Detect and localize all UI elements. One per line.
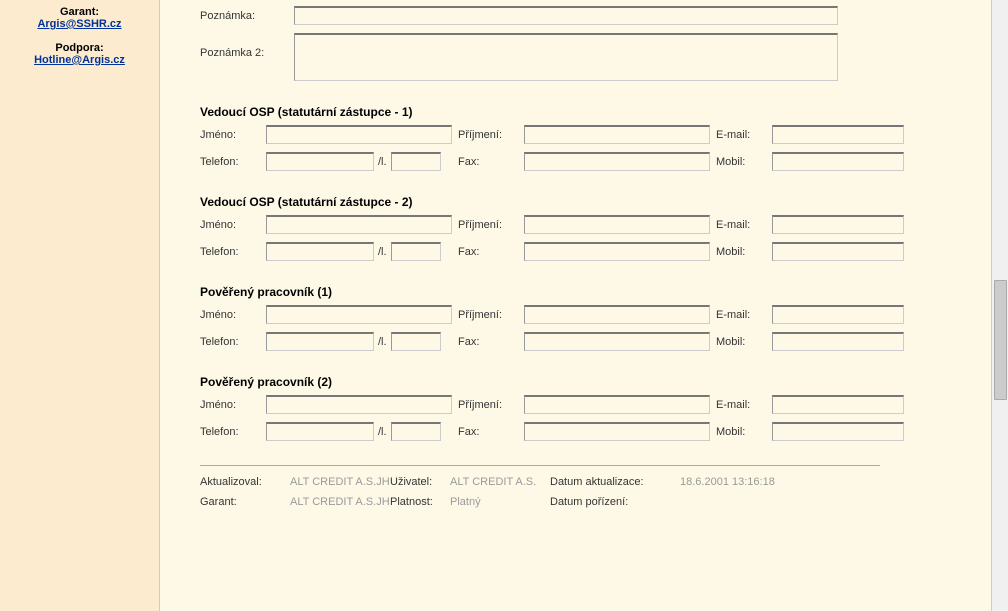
datum-aktualizace-value: 18.6.2001 13:16:18 <box>680 476 830 488</box>
fax-input-2[interactable] <box>524 242 710 261</box>
sidebar-podpora-label: Podpora: <box>2 42 157 54</box>
telefon-ext-input-2[interactable] <box>391 242 441 261</box>
footer-separator <box>200 465 880 466</box>
email-label: E-mail: <box>716 129 766 141</box>
telefon-ext-input-4[interactable] <box>391 422 441 441</box>
tel-separator: /l. <box>378 156 387 168</box>
garant-label: Garant: <box>200 496 290 508</box>
telefon-input-4[interactable] <box>266 422 374 441</box>
footer-info: Aktualizoval: ALT CREDIT A.S.JH Uživatel… <box>200 476 988 508</box>
sidebar-garant-label: Garant: <box>2 6 157 18</box>
jmeno-input-2[interactable] <box>266 215 452 234</box>
fax-label: Fax: <box>458 426 518 438</box>
email-label: E-mail: <box>716 399 766 411</box>
section-title-4: Pověřený pracovník (2) <box>200 375 988 389</box>
poznamka2-label: Poznámka 2: <box>200 33 294 59</box>
fax-label: Fax: <box>458 246 518 258</box>
garant-value: ALT CREDIT A.S.JH <box>290 496 390 508</box>
email-input-3[interactable] <box>772 305 904 324</box>
datum-porizeni-label: Datum pořízení: <box>550 496 680 508</box>
email-input-4[interactable] <box>772 395 904 414</box>
jmeno-label: Jméno: <box>200 219 260 231</box>
vertical-scrollbar[interactable] <box>991 0 1008 611</box>
prijmeni-input-3[interactable] <box>524 305 710 324</box>
mobil-label: Mobil: <box>716 336 766 348</box>
sidebar-garant-link[interactable]: Argis@SSHR.cz <box>37 18 121 30</box>
prijmeni-label: Příjmení: <box>458 129 518 141</box>
prijmeni-label: Příjmení: <box>458 219 518 231</box>
fax-input-4[interactable] <box>524 422 710 441</box>
fax-label: Fax: <box>458 156 518 168</box>
fax-label: Fax: <box>458 336 518 348</box>
mobil-label: Mobil: <box>716 426 766 438</box>
sidebar: Garant: Argis@SSHR.cz Podpora: Hotline@A… <box>0 0 160 611</box>
poznamka-input[interactable] <box>294 6 838 25</box>
jmeno-label: Jméno: <box>200 129 260 141</box>
tel-separator: /l. <box>378 426 387 438</box>
fax-input-1[interactable] <box>524 152 710 171</box>
email-input-2[interactable] <box>772 215 904 234</box>
prijmeni-input-2[interactable] <box>524 215 710 234</box>
telefon-input-3[interactable] <box>266 332 374 351</box>
sidebar-podpora-link[interactable]: Hotline@Argis.cz <box>34 54 125 66</box>
email-label: E-mail: <box>716 219 766 231</box>
platnost-value: Platný <box>450 496 550 508</box>
aktualizoval-value: ALT CREDIT A.S.JH <box>290 476 390 488</box>
scrollbar-thumb[interactable] <box>994 280 1007 400</box>
poznamka-label: Poznámka: <box>200 10 294 22</box>
email-input-1[interactable] <box>772 125 904 144</box>
uzivatel-value: ALT CREDIT A.S. <box>450 476 550 488</box>
poznamka2-textarea[interactable] <box>294 33 838 81</box>
jmeno-input-4[interactable] <box>266 395 452 414</box>
aktualizoval-label: Aktualizoval: <box>200 476 290 488</box>
datum-aktualizace-label: Datum aktualizace: <box>550 476 680 488</box>
telefon-label: Telefon: <box>200 336 260 348</box>
telefon-label: Telefon: <box>200 246 260 258</box>
telefon-ext-input-1[interactable] <box>391 152 441 171</box>
fax-input-3[interactable] <box>524 332 710 351</box>
tel-separator: /l. <box>378 336 387 348</box>
main-content: Poznámka: Poznámka 2: Vedoucí OSP (statu… <box>160 0 1008 611</box>
telefon-label: Telefon: <box>200 156 260 168</box>
mobil-input-1[interactable] <box>772 152 904 171</box>
telefon-input-1[interactable] <box>266 152 374 171</box>
section-title-2: Vedoucí OSP (statutární zástupce - 2) <box>200 195 988 209</box>
jmeno-input-3[interactable] <box>266 305 452 324</box>
jmeno-input-1[interactable] <box>266 125 452 144</box>
prijmeni-label: Příjmení: <box>458 309 518 321</box>
prijmeni-input-4[interactable] <box>524 395 710 414</box>
email-label: E-mail: <box>716 309 766 321</box>
telefon-input-2[interactable] <box>266 242 374 261</box>
mobil-input-3[interactable] <box>772 332 904 351</box>
telefon-ext-input-3[interactable] <box>391 332 441 351</box>
jmeno-label: Jméno: <box>200 309 260 321</box>
mobil-label: Mobil: <box>716 156 766 168</box>
platnost-label: Platnost: <box>390 496 450 508</box>
mobil-input-4[interactable] <box>772 422 904 441</box>
telefon-label: Telefon: <box>200 426 260 438</box>
tel-separator: /l. <box>378 246 387 258</box>
uzivatel-label: Uživatel: <box>390 476 450 488</box>
prijmeni-input-1[interactable] <box>524 125 710 144</box>
mobil-input-2[interactable] <box>772 242 904 261</box>
jmeno-label: Jméno: <box>200 399 260 411</box>
section-title-3: Pověřený pracovník (1) <box>200 285 988 299</box>
section-title-1: Vedoucí OSP (statutární zástupce - 1) <box>200 105 988 119</box>
prijmeni-label: Příjmení: <box>458 399 518 411</box>
mobil-label: Mobil: <box>716 246 766 258</box>
